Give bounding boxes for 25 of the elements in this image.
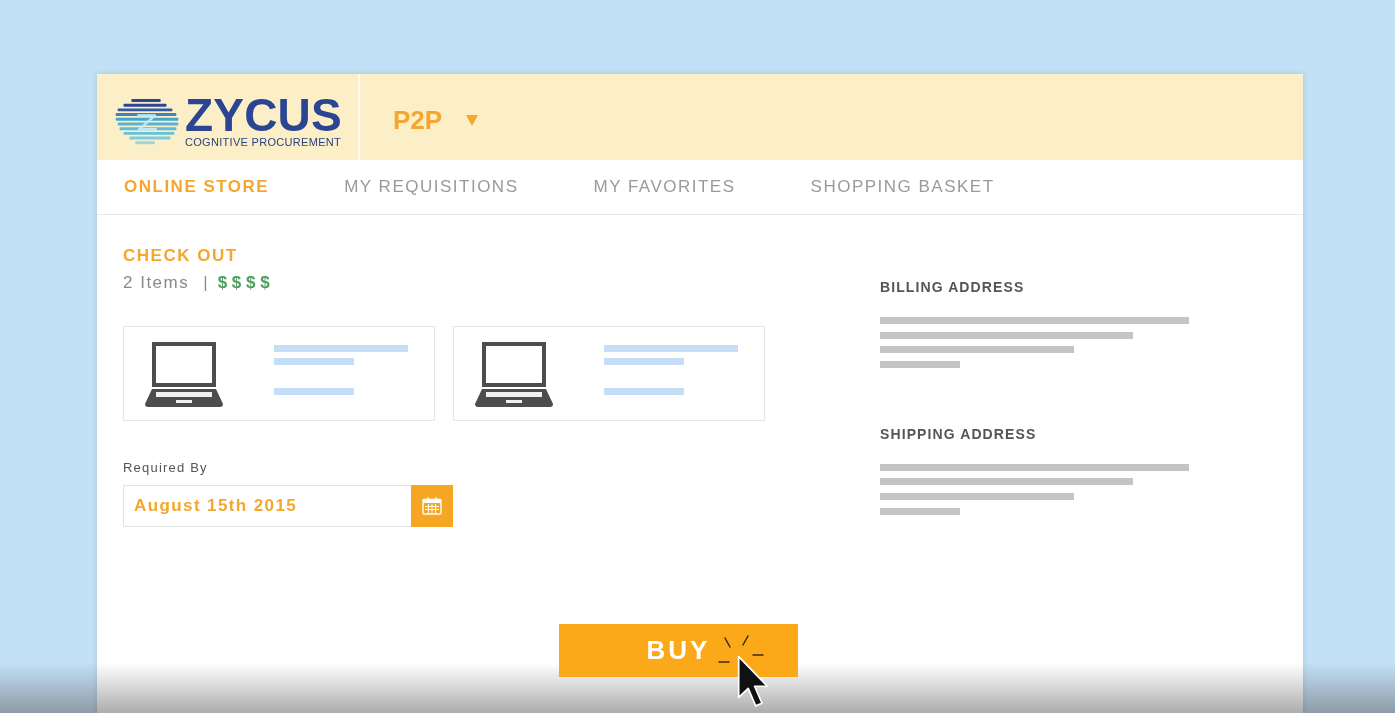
brand-tagline: COGNITIVE PROCUREMENT <box>185 135 342 149</box>
laptop-icon <box>475 342 553 407</box>
nav-tab[interactable]: MY REQUISITIONS <box>344 177 519 197</box>
separator-text: | <box>203 273 208 293</box>
laptop-icon <box>145 342 223 407</box>
caret-icon <box>466 114 479 126</box>
address-title: SHIPPING ADDRESS <box>880 425 1038 442</box>
buy-button[interactable]: BUY <box>559 624 798 677</box>
product-card[interactable] <box>123 326 435 421</box>
item-count: 2 Items <box>123 273 190 293</box>
logo-icon <box>115 98 179 146</box>
required-by-label: Required By <box>123 460 209 476</box>
nav-tab[interactable]: SHOPPING BASKET <box>810 177 995 197</box>
price-indicator: $ $ $ $ <box>217 273 270 293</box>
nav-tab[interactable]: MY FAVORITES <box>593 177 736 197</box>
product-card[interactable] <box>453 326 765 421</box>
brand-name: ZYCUS <box>185 95 342 134</box>
module-dropdown[interactable]: P2P <box>393 105 479 135</box>
checkout-title: CHECK OUT <box>123 246 239 266</box>
date-field[interactable]: August 15th 2015 <box>123 485 411 527</box>
click-burst-icon <box>718 635 765 664</box>
address-title: BILLING ADDRESS <box>880 279 1026 295</box>
mouse-pointer-icon <box>737 655 769 708</box>
calendar-icon <box>422 497 442 515</box>
nav-tab[interactable]: ONLINE STORE <box>124 177 270 197</box>
